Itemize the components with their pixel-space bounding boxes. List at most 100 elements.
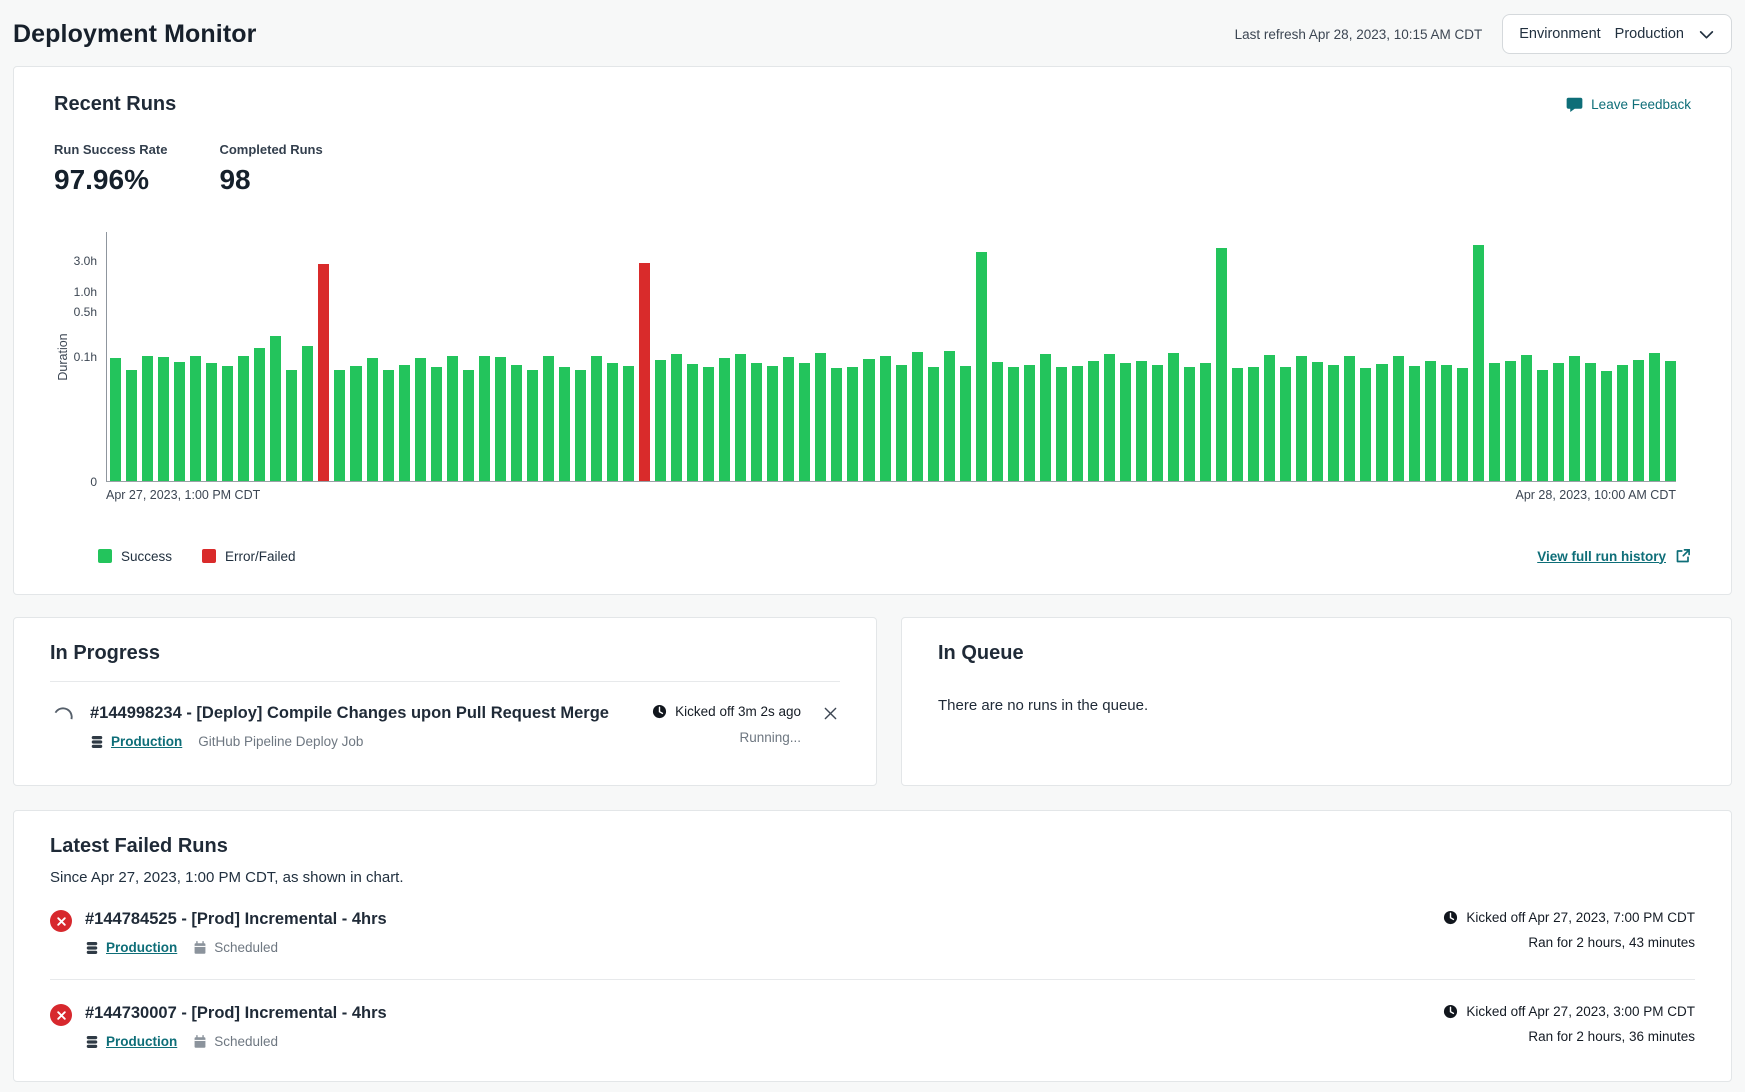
chart-bar-success[interactable] (463, 370, 474, 481)
chart-bar-success[interactable] (880, 356, 891, 481)
chart-bar-success[interactable] (334, 370, 345, 481)
chart-bar-success[interactable] (831, 368, 842, 481)
chart-bar-success[interactable] (751, 363, 762, 481)
chart-bar-success[interactable] (1120, 363, 1131, 481)
chart-bar-success[interactable] (1056, 367, 1067, 482)
chart-bar-success[interactable] (1024, 365, 1035, 481)
chart-bar-success[interactable] (479, 356, 490, 481)
chart-bar-success[interactable] (238, 356, 249, 481)
chart-bar-success[interactable] (447, 356, 458, 481)
chart-bar-success[interactable] (1264, 355, 1275, 481)
chart-bar-success[interactable] (1312, 362, 1323, 481)
chart-bar-success[interactable] (1216, 248, 1227, 481)
chart-bar-success[interactable] (1296, 356, 1307, 481)
chart-bar-success[interactable] (1633, 360, 1644, 481)
chart-bar-success[interactable] (783, 357, 794, 481)
chart-bar-success[interactable] (1200, 363, 1211, 481)
chart-bar-success[interactable] (511, 365, 522, 481)
chart-bar-success[interactable] (1104, 354, 1115, 481)
chart-bar-success[interactable] (399, 365, 410, 481)
chart-bar-success[interactable] (158, 357, 169, 481)
chart-bar-success[interactable] (302, 346, 313, 482)
chart-bar-success[interactable] (863, 359, 874, 481)
chart-bar-success[interactable] (655, 360, 666, 481)
chart-bar-success[interactable] (350, 366, 361, 481)
environment-link[interactable]: Production (90, 734, 182, 749)
chart-bar-success[interactable] (1072, 366, 1083, 481)
chart-bar-failed[interactable] (639, 263, 650, 481)
chart-bar-success[interactable] (527, 370, 538, 481)
chart-bar-success[interactable] (1457, 368, 1468, 481)
chart-bar-success[interactable] (495, 357, 506, 481)
chart-bar-success[interactable] (687, 364, 698, 481)
chart-bar-success[interactable] (1232, 368, 1243, 481)
chart-bar-success[interactable] (799, 363, 810, 481)
chart-bar-success[interactable] (1152, 365, 1163, 481)
chart-bar-success[interactable] (1168, 353, 1179, 481)
chart-bar-success[interactable] (912, 352, 923, 481)
chart-bar-success[interactable] (1505, 361, 1516, 481)
chart-bar-success[interactable] (1489, 363, 1500, 481)
chart-bar-success[interactable] (1521, 355, 1532, 481)
chart-bar-success[interactable] (559, 367, 570, 481)
environment-link[interactable]: Production (85, 1034, 177, 1049)
chart-bar-success[interactable] (383, 370, 394, 481)
chart-bar-success[interactable] (206, 363, 217, 481)
chart-bar-success[interactable] (126, 370, 137, 481)
chart-bar-success[interactable] (1328, 365, 1339, 481)
chart-bar-success[interactable] (1585, 363, 1596, 481)
chart-bar-success[interactable] (735, 354, 746, 481)
chart-bar-success[interactable] (431, 367, 442, 481)
chart-bar-success[interactable] (1617, 365, 1628, 481)
leave-feedback-button[interactable]: Leave Feedback (1566, 96, 1691, 113)
chart-bar-success[interactable] (1649, 353, 1660, 481)
chart-bar-success[interactable] (815, 353, 826, 481)
chart-bar-success[interactable] (1553, 363, 1564, 481)
chart-bar-success[interactable] (1425, 361, 1436, 481)
chart-bar-success[interactable] (767, 366, 778, 481)
chart-bar-success[interactable] (1569, 356, 1580, 482)
chart-bar-success[interactable] (222, 366, 233, 481)
chart-bar-success[interactable] (1344, 356, 1355, 481)
chart-bar-success[interactable] (703, 367, 714, 482)
chart-bar-success[interactable] (607, 363, 618, 481)
chart-bar-success[interactable] (286, 370, 297, 481)
chart-bar-success[interactable] (367, 358, 378, 481)
chart-bar-success[interactable] (1665, 361, 1676, 481)
environment-dropdown[interactable]: Environment Production (1502, 14, 1732, 54)
environment-link[interactable]: Production (85, 940, 177, 955)
chart-bar-success[interactable] (1184, 367, 1195, 481)
chart-bar-success[interactable] (110, 358, 121, 482)
chart-bar-success[interactable] (671, 354, 682, 481)
chart-bar-success[interactable] (270, 336, 281, 481)
chart-bar-success[interactable] (623, 366, 634, 481)
chart-bar-success[interactable] (1409, 366, 1420, 481)
chart-bar-success[interactable] (960, 366, 971, 481)
chart-bar-success[interactable] (1040, 354, 1051, 481)
chart-bar-success[interactable] (896, 365, 907, 481)
view-full-run-history-link[interactable]: View full run history (1537, 548, 1691, 564)
chart-bar-success[interactable] (1280, 367, 1291, 481)
chart-bar-success[interactable] (992, 362, 1003, 481)
chart-bar-success[interactable] (575, 370, 586, 481)
chart-bar-success[interactable] (719, 358, 730, 481)
chart-bar-success[interactable] (254, 348, 265, 481)
chart-bar-success[interactable] (1537, 370, 1548, 481)
chart-bar-success[interactable] (1601, 371, 1612, 482)
chart-bar-success[interactable] (847, 367, 858, 481)
chart-bar-success[interactable] (190, 356, 201, 481)
chart-bar-success[interactable] (1360, 368, 1371, 481)
chart-bar-success[interactable] (1376, 364, 1387, 481)
chart-bar-success[interactable] (543, 356, 554, 481)
chart-bar-success[interactable] (976, 252, 987, 481)
chart-bar-success[interactable] (1441, 365, 1452, 481)
chart-bar-success[interactable] (1248, 367, 1259, 482)
chart-bar-success[interactable] (928, 367, 939, 482)
chart-bar-success[interactable] (1136, 361, 1147, 481)
chart-bar-success[interactable] (142, 356, 153, 482)
chart-bar-success[interactable] (415, 358, 426, 481)
chart-bar-success[interactable] (1008, 367, 1019, 481)
chart-bar-success[interactable] (1473, 245, 1484, 481)
chart-bar-success[interactable] (944, 351, 955, 481)
chart-bar-success[interactable] (1088, 361, 1099, 481)
